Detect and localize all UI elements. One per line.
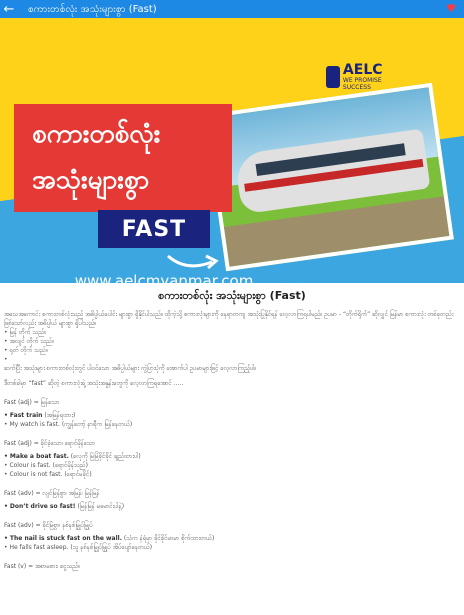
article-body: စကားတစ်လုံး အသုံးများစွာ (Fast) အသေအကောင… [0, 289, 464, 571]
example-line: • Make a boat fast. (လှေကို မြဲမြံခိုင်ခ… [4, 452, 460, 461]
example-en: • Fast train [4, 412, 43, 419]
example-line: • My watch is fast. (ကျွန်တော့် နာရီက မြ… [4, 420, 460, 429]
banner-title-box: စကားတစ်လုံး အသုံးများစွာ [14, 104, 232, 212]
example-line: • Fast train (အမြန်ရထား) [4, 411, 460, 420]
article-lead: ဒီတစ်ခါမှာ “fast” ဆိုတဲ့ စကားလုံးရဲ့ အသု… [4, 380, 184, 387]
example-line: • Don’t drive so fast! (မြန်မြန် မမောင်း… [4, 502, 460, 511]
definition-entry: Fast (adv) = ခိုင်မြဲစွာ၊ နစ်နစ်မြှုပ်မြ… [4, 521, 460, 552]
definition-entry: Fast (adj) = မြန်သော • Fast train (အမြန်… [4, 398, 460, 429]
list-item: • အလျင် တိုက် သည်။ [4, 338, 54, 345]
definition-entry: Fast (adv) = လျင်မြန်စွာ၊ အမြန်၊ မြန်မြန… [4, 489, 460, 511]
definition-head: Fast (adv) = ခိုင်မြဲစွာ၊ နစ်နစ်မြှုပ်မြ… [4, 522, 93, 529]
example-en: • He falls fast asleep. [4, 544, 69, 551]
example-line: • He falls fast asleep. (သူ နစ်နစ်မြှုပ်… [4, 543, 460, 552]
example-mm: (သူ နစ်နစ်မြှုပ်မြှုပ် အိပ်ပျော်နေတယ်) [68, 544, 153, 551]
banner-title-line2: အသုံးများစွာ [32, 165, 150, 195]
list-item: • [4, 356, 8, 363]
definition-entry: Fast (adj) = ခိုင်ခံ့သော၊ ရောင်မှိန်သော … [4, 439, 460, 479]
article-intro-2: ဆက်ပြီး အသုံးများ စကားတစ်လုံးတွင် ပါဝင်သ… [4, 365, 257, 372]
banner-fast-label: FAST [98, 210, 210, 248]
example-mm: (ရောင်မခိုင်) [62, 471, 92, 478]
article-intro: အသေအကောင်း စကားတစ်လုံးသည် အဓိပ္ပါယ်ပေါင်… [4, 311, 454, 327]
crest-icon [326, 66, 340, 88]
example-mm: (အမြန်ရထား) [42, 412, 76, 419]
definition-head: Fast (adj) = ခိုင်ခံ့သော၊ ရောင်မှိန်သော [4, 440, 96, 447]
definition-head: Fast (adj) = မြန်သော [4, 399, 60, 406]
definition-head: Fast (adv) = လျင်မြန်စွာ၊ အမြန်၊ မြန်မြန… [4, 490, 100, 497]
back-arrow-icon[interactable]: ← [0, 0, 18, 18]
definition-entry: Fast (v) = အစာမစား၊ ငွေသည်။ [4, 562, 460, 571]
example-line: • The nail is stuck fast on the wall. (သ… [4, 534, 460, 543]
banner-url: www.aelcmyanmar.com [74, 272, 254, 283]
example-en: • My watch is fast. [4, 421, 60, 428]
banner-title-line1: စကားတစ်လုံး [32, 119, 161, 149]
example-en: • Make a boat fast. [4, 453, 69, 460]
logo-name: AELC [342, 62, 383, 78]
example-mm: (သံက နံရံမှာ ခိုင်ခိုင်မာမာ စိုက်ထားတယ်) [121, 535, 215, 542]
page-title: စကားတစ်လုံး အသုံးများစွာ (Fast) [28, 3, 157, 15]
example-line: • Colour is not fast. (ရောင်မခိုင်) [4, 470, 460, 479]
train-photo [204, 82, 454, 272]
example-en: • Colour is not fast. [4, 471, 63, 478]
list-item: • ရုတ် တိုက် သည်။ [4, 347, 48, 354]
example-mm: (လှေကို မြဲမြံခိုင်ခိုင် ချည်ထားပါ) [68, 453, 141, 460]
article-heading: စကားတစ်လုံး အသုံးများစွာ (Fast) [158, 289, 306, 302]
example-mm: (မြန်မြန် မမောင်းပါနဲ့) [75, 503, 125, 510]
definition-head: Fast (v) = အစာမစား၊ ငွေသည်။ [4, 563, 81, 570]
example-en: • Don’t drive so fast! [4, 503, 76, 510]
intro-bullets: • မြန် တိုက် သည်။ • အလျင် တိုက် သည်။ • ရ… [4, 328, 460, 364]
heart-icon[interactable]: ♥ [446, 2, 456, 15]
banner-image: AELC WE PROMISE SUCCESS စကားတစ်လုံး အသုံ… [0, 18, 464, 283]
app-bar: ← စကားတစ်လုံး အသုံးများစွာ (Fast) ♥ [0, 0, 464, 18]
aelc-logo: AELC WE PROMISE SUCCESS [326, 62, 396, 91]
example-mm: (ရောင်မှိန်သည်) [50, 462, 88, 469]
curved-arrow-icon [167, 254, 219, 270]
example-en: • The nail is stuck fast on the wall. [4, 535, 122, 542]
list-item: • မြန် တိုက် သည်။ [4, 329, 46, 336]
example-mm: (ကျွန်တော့် နာရီက မြန်နေတယ်) [59, 421, 133, 428]
example-line: • Colour is fast. (ရောင်မှိန်သည်) [4, 461, 460, 470]
example-en: • Colour is fast. [4, 462, 51, 469]
